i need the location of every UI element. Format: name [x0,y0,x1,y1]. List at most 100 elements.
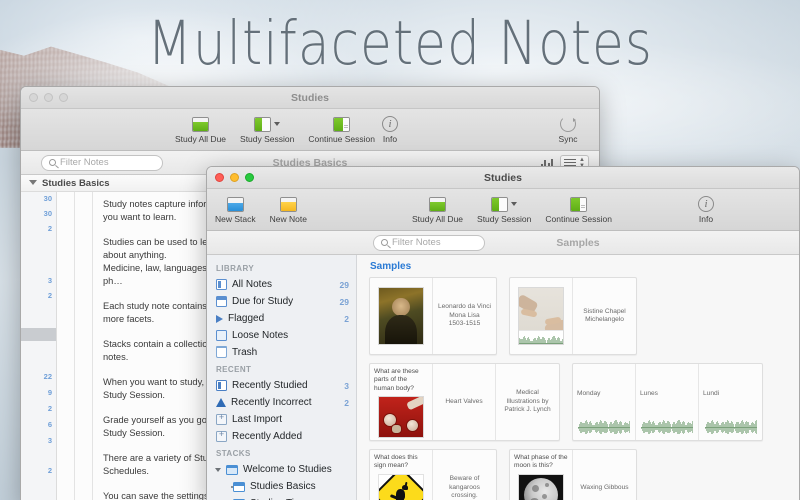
study-all-due-button[interactable]: Study All Due [175,115,226,144]
note-card[interactable]: MondayLunesLundi [572,363,763,441]
info-button[interactable]: i Info [689,195,723,224]
front-window-studies[interactable]: Studies New Stack New Note Stud [206,166,800,500]
note-facet[interactable]: What does this sign mean? [370,450,433,500]
front-window-title: Studies [207,172,799,184]
sidebar-item-trash[interactable]: Trash [207,344,356,361]
kangaroo-sign-image [378,474,424,500]
zoom-button[interactable] [245,173,254,182]
search-placeholder: Filter Notes [60,157,109,168]
sidebar-item-recently-incorrect[interactable]: Recently Incorrect2 [207,394,356,411]
front-sidebar[interactable]: LIBRARYAll Notes29Due for Study29Flagged… [207,255,357,500]
minimize-button[interactable] [44,93,53,102]
new-stack-button[interactable]: New Stack [215,195,256,224]
back-sidebar-badge[interactable]: 9 [48,388,52,397]
disclosure-triangle-icon[interactable] [215,468,221,472]
chevron-down-icon[interactable] [274,122,280,126]
note-facet[interactable]: What are these parts of the human body? [370,364,433,440]
sidebar-item-badge: 29 [340,297,349,307]
new-note-button[interactable]: New Note [270,195,307,224]
front-traffic-lights[interactable] [207,173,254,182]
search-input[interactable]: Filter Notes [373,235,485,251]
note-facet[interactable]: Sistine ChapelMichelangelo [573,278,636,354]
front-filter-bar[interactable]: Filter Notes Samples [207,231,799,255]
front-toolbar-new-group[interactable]: New Stack New Note [215,195,307,224]
back-sidebar-badge[interactable]: 2 [48,224,52,233]
back-toolbar-study-group[interactable]: Study All Due Study Session Continue Ses… [175,115,375,144]
note-card[interactable]: What does this sign mean?Beware of kanga… [369,449,497,500]
sidebar-item-welcome-to-studies[interactable]: Welcome to Studies [207,461,356,478]
note-facet[interactable]: Heart Valves [433,364,496,440]
loose-note-icon [216,330,227,341]
sidebar-item-label: Recently Added [232,431,302,442]
search-placeholder: Filter Notes [392,237,441,248]
note-card[interactable]: Leonardo da VinciMona Lisa1503-1515 [369,277,497,355]
sidebar-item-due-for-study[interactable]: Due for Study29 [207,293,356,310]
back-sidebar-badge[interactable]: 22 [44,372,52,381]
sidebar-item-studies-tips[interactable]: Studies Tips [207,495,356,500]
sidebar-item-all-notes[interactable]: All Notes29 [207,276,356,293]
sidebar-item-label: Studies Basics [250,481,316,492]
sidebar-item-recently-studied[interactable]: Recently Studied3 [207,377,356,394]
note-grid-panel[interactable]: Samples Leonardo da VinciMona Lisa1503-1… [357,255,799,500]
continue-session-button[interactable]: Continue Session [545,195,612,224]
minimize-button[interactable] [230,173,239,182]
note-card[interactable]: Sistine ChapelMichelangelo [509,277,637,355]
back-sidebar-badge[interactable]: 6 [48,420,52,429]
close-button[interactable] [29,93,38,102]
chevron-down-icon[interactable] [511,202,517,206]
green-split-card-icon [570,195,587,213]
continue-session-button[interactable]: Continue Session [308,115,375,144]
note-card[interactable]: What phase of the moon is this?Waxing Gi… [509,449,637,500]
back-sidebar-partial[interactable]: 3030232229263271 [21,192,57,500]
close-button[interactable] [215,173,224,182]
note-facet[interactable]: Medical Illustrations by Patrick J. Lync… [496,364,559,440]
heart-valves-image [378,396,424,438]
green-card-dropdown-icon [491,195,517,213]
sidebar-item-loose-notes[interactable]: Loose Notes [207,327,356,344]
note-grid[interactable]: Leonardo da VinciMona Lisa1503-1515 Sisti… [357,277,799,500]
note-card[interactable]: What are these parts of the human body?H… [369,363,560,441]
disclosure-triangle-icon[interactable] [29,180,37,185]
sidebar-item-badge: 2 [344,398,349,408]
note-facet[interactable] [510,278,573,354]
back-window-toolbar[interactable]: Study All Due Study Session Continue Ses… [21,109,599,151]
back-sidebar-badge[interactable]: 2 [48,291,52,300]
note-facet[interactable]: Beware of kangaroos crossing. [433,450,496,500]
sync-button[interactable]: Sync [551,115,585,144]
back-sidebar-badge[interactable]: 2 [48,466,52,475]
sidebar-item-recently-added[interactable]: Recently Added [207,428,356,445]
sistine-chapel-image [518,287,564,345]
sidebar-item-studies-basics[interactable]: Studies Basics [207,478,356,495]
back-sidebar-badge[interactable]: 30 [44,194,52,203]
note-facet[interactable]: What phase of the moon is this? [510,450,573,500]
search-input[interactable]: Filter Notes [41,155,163,171]
study-session-button[interactable]: Study Session [240,115,294,144]
front-window-toolbar[interactable]: New Stack New Note Study All Due [207,189,799,231]
note-facet[interactable]: Monday [573,364,636,440]
note-facet[interactable]: Leonardo da VinciMona Lisa1503-1515 [433,278,496,354]
note-facet[interactable]: Waxing Gibbous [573,450,636,500]
back-window-titlebar[interactable]: Studies [21,87,599,109]
info-button[interactable]: i Info [373,115,407,144]
back-traffic-lights[interactable] [21,93,68,102]
sidebar-item-flagged[interactable]: Flagged2 [207,310,356,327]
back-sidebar-badge[interactable]: 3 [48,276,52,285]
note-facet[interactable]: Lunes [636,364,699,440]
front-window-titlebar[interactable]: Studies [207,167,799,189]
note-facet[interactable] [370,278,433,354]
front-toolbar-study-group[interactable]: Study All Due Study Session Continue Ses… [412,195,612,224]
back-sidebar-badge[interactable]: 3 [48,436,52,445]
study-all-due-button[interactable]: Study All Due [412,195,463,224]
sidebar-item-last-import[interactable]: Last Import [207,411,356,428]
zoom-button[interactable] [59,93,68,102]
facet-image-wrap [378,474,424,500]
study-all-due-label: Study All Due [412,215,463,224]
facet-text: Beware of kangaroos crossing. [437,475,492,500]
back-sidebar-badge[interactable]: 30 [44,209,52,218]
warning-icon [216,398,226,407]
back-sidebar-selected-row[interactable] [21,328,56,341]
back-sidebar-badge[interactable]: 2 [48,404,52,413]
study-session-button[interactable]: Study Session [477,195,531,224]
sidebar-item-label: Loose Notes [232,330,288,341]
note-facet[interactable]: Lundi [699,364,762,440]
